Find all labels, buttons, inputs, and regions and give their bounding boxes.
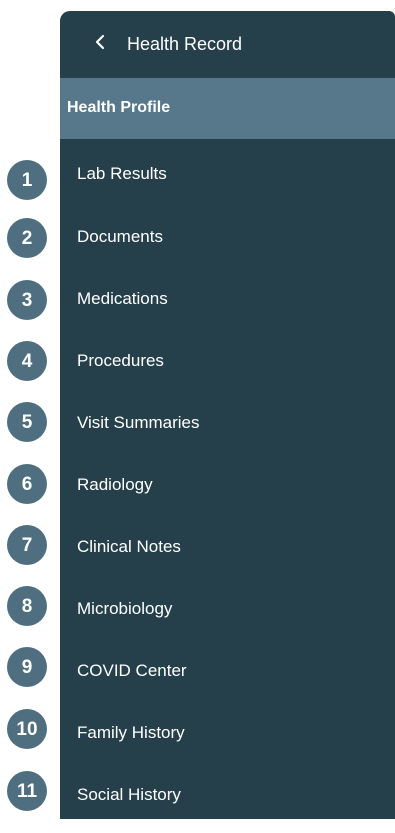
callout-marker: 7 <box>7 525 47 565</box>
callout-marker: 4 <box>7 341 47 381</box>
sidebar-item-visit-summaries[interactable]: Visit Summaries <box>60 399 395 461</box>
sidebar-item-label: Social History <box>77 785 181 804</box>
sidebar-item-covid-center[interactable]: COVID Center <box>60 647 395 709</box>
sidebar-item-radiology[interactable]: Radiology <box>60 461 395 523</box>
sidebar-item-label: Lab Results <box>77 164 167 183</box>
callout-marker: 2 <box>7 218 47 258</box>
sidebar-item-label: Radiology <box>77 475 153 494</box>
callout-marker: 10 <box>7 709 47 749</box>
callout-marker: 5 <box>7 402 47 442</box>
callout-marker: 9 <box>7 647 47 687</box>
sidebar-item-label: Medications <box>77 289 168 308</box>
sidebar-item-label: Microbiology <box>77 599 173 618</box>
header-title: Health Record <box>127 34 243 54</box>
health-profile-section-header: Health Profile <box>60 78 395 139</box>
sidebar-item-label: COVID Center <box>77 661 187 680</box>
back-to-health-record-button[interactable]: Health Record <box>60 11 395 78</box>
callout-marker: 6 <box>7 464 47 504</box>
sidebar-item-medications[interactable]: Medications <box>60 275 395 337</box>
sidebar-item-label: Procedures <box>77 351 164 370</box>
sidebar-item-clinical-notes[interactable]: Clinical Notes <box>60 523 395 585</box>
sidebar-item-label: Documents <box>77 227 163 246</box>
sidebar-item-label: Family History <box>77 723 185 742</box>
section-title: Health Profile <box>67 99 171 116</box>
callout-marker: 3 <box>7 280 47 320</box>
sidebar-item-family-history[interactable]: Family History <box>60 709 395 771</box>
callout-marker: 1 <box>7 160 47 200</box>
sidebar-item-label: Clinical Notes <box>77 537 181 556</box>
chevron-left-icon <box>95 34 105 50</box>
callout-marker: 8 <box>7 586 47 626</box>
sidebar-item-documents[interactable]: Documents <box>60 213 395 275</box>
callout-marker: 11 <box>7 771 47 811</box>
sidebar-item-procedures[interactable]: Procedures <box>60 337 395 399</box>
sidebar-item-lab-results[interactable]: Lab Results <box>60 151 395 213</box>
sidebar-item-microbiology[interactable]: Microbiology <box>60 585 395 647</box>
sidebar-item-social-history[interactable]: Social History <box>60 771 395 833</box>
sidebar-item-label: Visit Summaries <box>77 413 200 432</box>
health-record-sidebar: Health Record Health Profile Lab Results… <box>60 11 395 819</box>
